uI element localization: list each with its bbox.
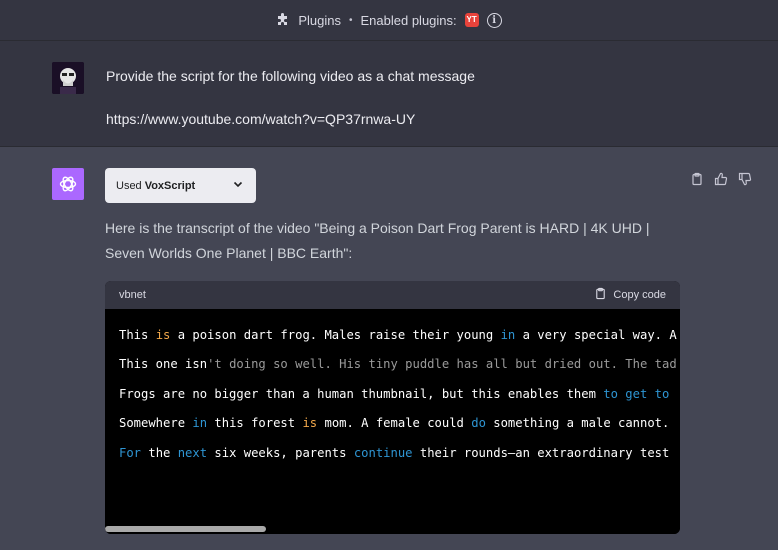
code-token: in	[192, 416, 208, 431]
assistant-reply-text: Here is the transcript of the video "Bei…	[105, 216, 665, 266]
code-block: vbnet Copy code This is a poison dart fr…	[105, 281, 680, 534]
code-token: six weeks, parents	[207, 445, 354, 460]
used-plugin-button[interactable]: Used VoxScript	[105, 168, 256, 203]
assistant-avatar	[52, 168, 84, 200]
code-token: For	[119, 445, 142, 460]
code-token: something a male cannot.	[485, 416, 670, 431]
separator: •	[348, 14, 353, 26]
user-avatar	[52, 62, 84, 94]
code-token: a poison dart frog. Males raise their yo…	[170, 328, 501, 342]
code-token: continue	[353, 445, 413, 460]
message-actions	[690, 172, 752, 186]
thumbs-down-icon[interactable]	[738, 172, 752, 186]
user-prompt-url: https://www.youtube.com/watch?v=QP37rnwa…	[106, 111, 416, 127]
code-line: For the next six weeks, parents continue…	[119, 432, 680, 474]
code-token: to get to	[603, 386, 670, 401]
clipboard-icon	[594, 287, 607, 303]
copy-code-label: Copy code	[613, 289, 666, 301]
clipboard-icon[interactable]	[690, 172, 704, 186]
user-message-row: Provide the script for the following vid…	[0, 41, 778, 147]
code-token: This	[119, 328, 156, 342]
code-token: is	[155, 328, 171, 342]
thumbs-up-icon[interactable]	[714, 172, 728, 186]
code-token: a very special way. A	[515, 328, 677, 342]
code-token: Frogs are no bigger than a human thumbna…	[119, 386, 604, 401]
openai-logo-icon	[59, 176, 77, 192]
code-header: vbnet Copy code	[105, 281, 680, 309]
chevron-down-icon	[232, 178, 244, 193]
top-bar: Plugins • Enabled plugins: YT i	[0, 0, 778, 41]
code-token: in	[500, 328, 516, 342]
code-token: next	[177, 445, 208, 460]
reply-line-2: Seven Worlds One Planet | BBC Earth":	[105, 245, 353, 261]
code-token: is	[302, 416, 318, 431]
code-token: the	[141, 445, 178, 460]
code-token: this forest	[207, 416, 303, 431]
reply-line-1: Here is the transcript of the video "Bei…	[105, 220, 650, 236]
code-token: 't doing so well. His tiny puddle has al…	[207, 357, 677, 372]
code-token: their rounds—an extraordinary test	[412, 445, 670, 460]
enabled-plugins-label: Enabled plugins:	[360, 12, 457, 28]
code-token: Somewhere	[119, 416, 193, 431]
horizontal-scrollbar[interactable]	[105, 525, 680, 534]
scrollbar-thumb[interactable]	[105, 526, 266, 532]
used-plugin-name: VoxScript	[144, 179, 196, 192]
info-icon[interactable]: i	[486, 12, 502, 28]
copy-code-button[interactable]: Copy code	[594, 287, 666, 303]
plugins-label: Plugins	[298, 12, 341, 28]
used-prefix: Used	[116, 179, 142, 192]
code-token: This one isn	[119, 357, 208, 372]
code-language: vbnet	[119, 289, 146, 301]
code-content[interactable]: This is a poison dart frog. Males raise …	[105, 309, 680, 517]
code-token: mom. A female could	[317, 416, 472, 431]
user-prompt-text: Provide the script for the following vid…	[106, 68, 475, 84]
code-token: do	[471, 416, 486, 431]
voxscript-plugin-icon[interactable]: YT	[464, 13, 479, 27]
puzzle-icon	[276, 12, 290, 29]
